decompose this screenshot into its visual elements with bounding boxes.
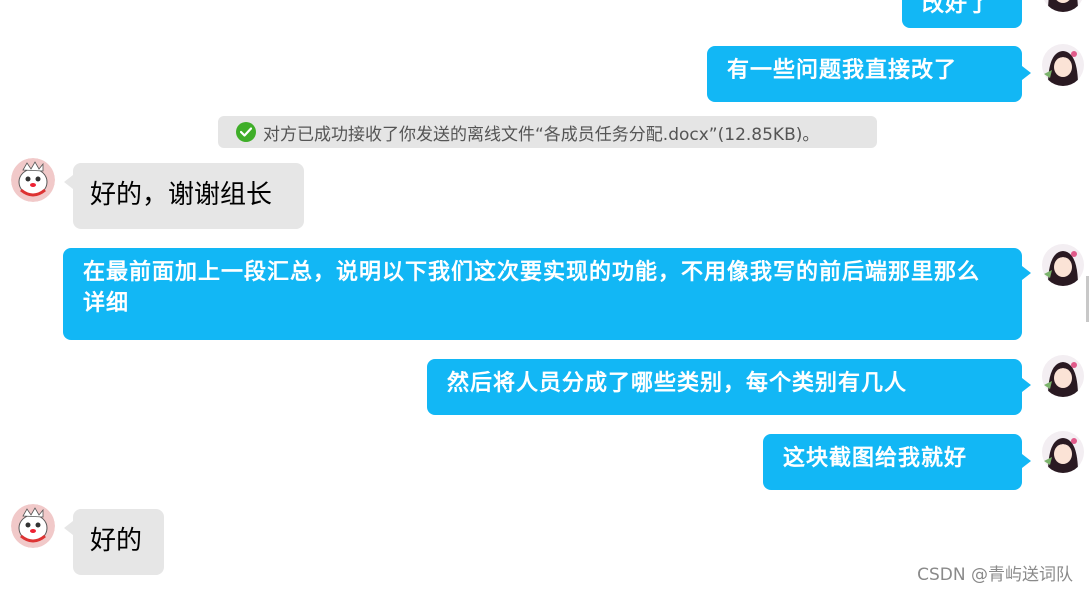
message-text: 有一些问题我直接改了 [727,58,958,83]
message-bubble-sent[interactable]: 然后将人员分成了哪些类别，每个类别有几人 [427,359,1022,415]
self-avatar[interactable] [1042,0,1084,12]
anime-girl-avatar-icon [1042,244,1084,286]
anime-girl-avatar-icon [1042,431,1084,473]
anime-girl-avatar-icon [1042,44,1084,86]
message-bubble-sent[interactable]: 改好了 [902,0,1022,28]
file-received-notice: 对方已成功接收了你发送的离线文件“各成员任务分配.docx”(12.85KB)。 [218,116,877,148]
bubble-tail [1022,378,1031,392]
self-avatar[interactable] [1042,431,1084,473]
chat-window: 改好了 有一些问题我直接改了 对方已成功接收了你发送的离线文件“各成员任务分配.… [0,0,1089,593]
message-text: 改好了 [922,0,992,17]
message-text: 好的，谢谢组长 [90,180,273,210]
bubble-tail [1022,454,1031,468]
cartoon-snowman-avatar-icon [11,504,55,548]
cartoon-snowman-avatar-icon [11,158,55,202]
message-bubble-sent[interactable]: 在最前面加上一段汇总，说明以下我们这次要实现的功能，不用像我写的前后端那里那么详… [63,248,1022,340]
self-avatar[interactable] [1042,244,1084,286]
self-avatar[interactable] [1042,355,1084,397]
contact-avatar[interactable] [11,504,55,548]
bubble-tail [64,521,73,535]
anime-girl-avatar-icon [1042,0,1084,12]
contact-avatar[interactable] [11,158,55,202]
notice-text: 对方已成功接收了你发送的离线文件“各成员任务分配.docx”(12.85KB)。 [263,124,820,145]
message-text: 好的 [90,526,143,556]
message-bubble-sent[interactable]: 这块截图给我就好 [763,434,1022,490]
message-bubble-received[interactable]: 好的，谢谢组长 [73,163,304,229]
message-text: 然后将人员分成了哪些类别，每个类别有几人 [447,371,908,396]
check-circle-icon [236,122,256,142]
message-bubble-sent[interactable]: 有一些问题我直接改了 [707,46,1022,102]
watermark: CSDN @青屿送词队 [917,565,1073,585]
bubble-tail [1022,266,1031,280]
bubble-tail [1022,66,1031,80]
message-text: 这块截图给我就好 [783,446,968,471]
message-text: 在最前面加上一段汇总，说明以下我们这次要实现的功能，不用像我写的前后端那里那么详… [83,260,981,316]
anime-girl-avatar-icon [1042,355,1084,397]
self-avatar[interactable] [1042,44,1084,86]
bubble-tail [64,175,73,189]
message-bubble-received[interactable]: 好的 [73,509,164,575]
